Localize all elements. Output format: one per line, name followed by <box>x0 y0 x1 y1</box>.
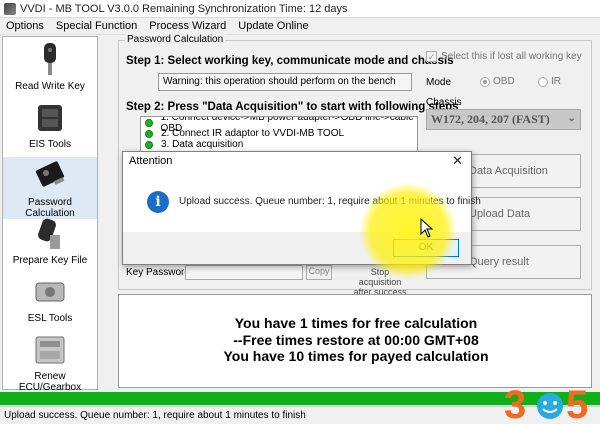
status-dot-icon <box>145 129 153 138</box>
window-title: VVDI - MB TOOL V3.0.0 Remaining Synchron… <box>20 2 348 15</box>
mode-radio-obd[interactable]: OBD <box>480 76 515 87</box>
title-bar: VVDI - MB TOOL V3.0.0 Remaining Synchron… <box>0 0 600 18</box>
sidebar-item-password-calculation[interactable]: Password Calculation <box>3 157 97 219</box>
sidebar-item-label: Read Write Key <box>15 81 85 92</box>
free-calc-info: You have 1 times for free calculation <box>234 315 478 331</box>
close-icon[interactable]: ✕ <box>452 153 463 169</box>
car-key-icon <box>30 41 70 79</box>
chevron-down-icon: ⌄ <box>567 113 576 124</box>
dialog-title: Attention <box>129 155 173 167</box>
menu-options[interactable]: Options <box>0 20 50 32</box>
dialog-message: Upload success. Queue number: 1, require… <box>179 196 481 207</box>
sidebar-item-label: Renew ECU/Gearbox <box>18 371 82 393</box>
watermark-logo: 3 5 <box>504 383 588 424</box>
menu-bar: Options Special Function Process Wizard … <box>0 18 600 35</box>
key-chip-icon <box>30 157 70 195</box>
dialog-body: i Upload success. Queue number: 1, requi… <box>123 172 481 232</box>
sidebar-item-label: Prepare Key File <box>12 255 88 266</box>
sidebar-item-renew-ecu-gearbox[interactable]: Renew ECU/Gearbox <box>3 331 97 393</box>
dialog-footer: OK <box>123 232 471 264</box>
ok-button[interactable]: OK <box>393 239 459 257</box>
menu-process-wizard[interactable]: Process Wizard <box>143 20 232 32</box>
stop-after-success-checkbox[interactable]: Stop acquisition after success <box>352 267 408 297</box>
sidebar-item-label: EIS Tools <box>28 139 72 150</box>
app-icon <box>4 2 16 15</box>
sidebar-item-label: ESL Tools <box>27 313 73 324</box>
bench-warning: Warning: this operation should perform o… <box>158 73 412 91</box>
ignition-switch-icon <box>30 99 70 137</box>
menu-special-function[interactable]: Special Function <box>50 20 143 32</box>
steering-lock-icon <box>30 273 70 311</box>
group-title: Password Calculation <box>125 34 226 45</box>
step-1-heading: Step 1: Select working key, communicate … <box>126 55 454 67</box>
checklist-item: 3. Data acquisition <box>141 139 417 150</box>
mode-label: Mode <box>426 77 452 88</box>
sidebar-item-eis-tools[interactable]: EIS Tools <box>3 99 97 150</box>
sidebar-item-esl-tools[interactable]: ESL Tools <box>3 273 97 324</box>
svg-text:3: 3 <box>504 383 526 424</box>
info-icon: i <box>147 191 169 213</box>
mode-radio-ir[interactable]: IR <box>538 76 561 87</box>
lost-all-keys-checkbox[interactable]: ✓ Select this if lost all working key <box>426 51 582 62</box>
sidebar-item-read-write-key[interactable]: Read Write Key <box>3 41 97 92</box>
step-checklist: 1. Connect device->MB power adapter->OBD… <box>140 116 418 152</box>
chassis-select[interactable]: W172, 204, 207 (FAST) ⌄ <box>426 109 581 130</box>
status-dot-icon <box>145 140 153 149</box>
checkbox-icon: ✓ <box>426 51 437 62</box>
ecu-module-icon <box>30 331 70 369</box>
radio-selected-icon <box>480 76 490 87</box>
dialog-title-bar: Attention ✕ <box>123 152 471 170</box>
sidebar-item-prepare-key-file[interactable]: Prepare Key File <box>3 215 97 266</box>
calculation-info-panel: You have 1 times for free calculation --… <box>118 294 592 388</box>
checklist-item: 1. Connect device->MB power adapter->OBD… <box>141 117 417 134</box>
free-restore-info: --Free times restore at 00:00 GMT+08 <box>233 332 479 348</box>
sidebar: Read Write Key EIS Tools Password Calcul… <box>2 36 98 393</box>
copy-button[interactable]: Copy <box>306 265 332 280</box>
key-password-input[interactable] <box>185 265 303 280</box>
svg-text:5: 5 <box>566 383 588 424</box>
status-dot-icon <box>145 118 153 127</box>
step-2-heading: Step 2: Press "Data Acquisition" to star… <box>126 101 459 113</box>
chassis-label: Chassis <box>426 97 462 108</box>
menu-update-online[interactable]: Update Online <box>232 20 314 32</box>
attention-dialog: Attention ✕ i Upload success. Queue numb… <box>122 151 481 265</box>
mouse-cursor-icon <box>420 218 434 238</box>
radio-icon <box>538 76 548 87</box>
payed-calc-info: You have 10 times for payed calculation <box>223 348 489 364</box>
key-password-label: Key Password <box>126 267 190 278</box>
key-file-icon <box>30 215 70 253</box>
